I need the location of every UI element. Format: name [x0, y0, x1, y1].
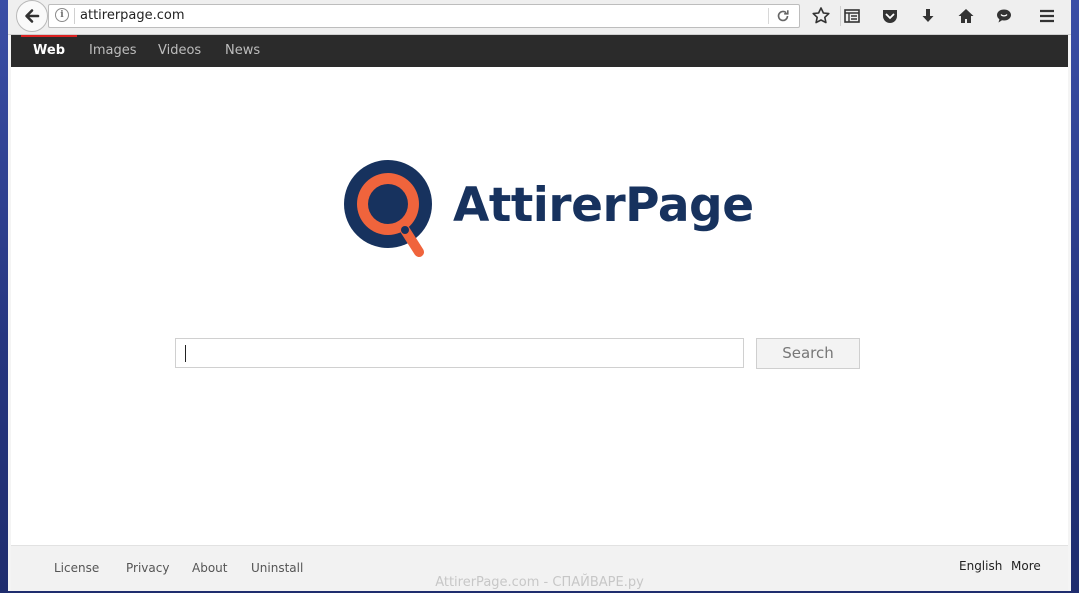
reading-list-icon [844, 9, 860, 23]
tab-web[interactable]: Web [33, 35, 65, 67]
top-navigation: Web Images Videos News [11, 35, 1068, 67]
reading-list-button[interactable] [841, 5, 863, 27]
download-icon [922, 9, 934, 22]
search-page: Web Images Videos News AttirerPage Searc… [11, 35, 1068, 591]
browser-window: i attirerpage.com Web Images Videos News… [8, 0, 1071, 591]
address-bar[interactable]: i attirerpage.com [48, 4, 800, 28]
home-icon [958, 9, 974, 23]
footer-more-link[interactable]: More [1011, 558, 1041, 574]
bookmark-star-button[interactable] [810, 5, 832, 27]
magnifier-logo-icon [344, 160, 432, 257]
info-icon[interactable]: i [55, 8, 69, 22]
footer-link-privacy[interactable]: Privacy [126, 560, 169, 576]
star-icon [812, 7, 830, 24]
tab-videos[interactable]: Videos [158, 35, 201, 67]
browser-toolbar: i attirerpage.com [8, 0, 1071, 35]
url-divider [74, 8, 75, 24]
tab-news[interactable]: News [225, 35, 260, 67]
chat-button[interactable] [993, 5, 1015, 27]
footer-link-license[interactable]: License [54, 560, 99, 576]
tab-images[interactable]: Images [89, 35, 137, 67]
home-button[interactable] [955, 5, 977, 27]
chat-icon [997, 9, 1011, 23]
reload-divider [768, 8, 769, 24]
brand-name: AttirerPage [453, 178, 754, 233]
downloads-button[interactable] [917, 5, 939, 27]
search-button[interactable]: Search [756, 338, 860, 369]
back-button[interactable] [16, 0, 48, 32]
url-text[interactable]: attirerpage.com [80, 7, 185, 25]
menu-icon [1040, 9, 1054, 23]
reload-icon[interactable] [775, 8, 791, 24]
language-selector[interactable]: English [959, 558, 1002, 574]
back-arrow-icon [25, 9, 40, 23]
main-menu-button[interactable] [1036, 5, 1058, 27]
footer-link-about[interactable]: About [192, 560, 227, 576]
text-cursor [185, 345, 186, 362]
pocket-button[interactable] [879, 5, 901, 27]
footer-link-uninstall[interactable]: Uninstall [251, 560, 303, 576]
watermark-text: AttirerPage.com - СПАЙВАРЕ.ру [435, 575, 644, 590]
pocket-icon [883, 10, 897, 23]
search-input[interactable] [175, 338, 744, 368]
